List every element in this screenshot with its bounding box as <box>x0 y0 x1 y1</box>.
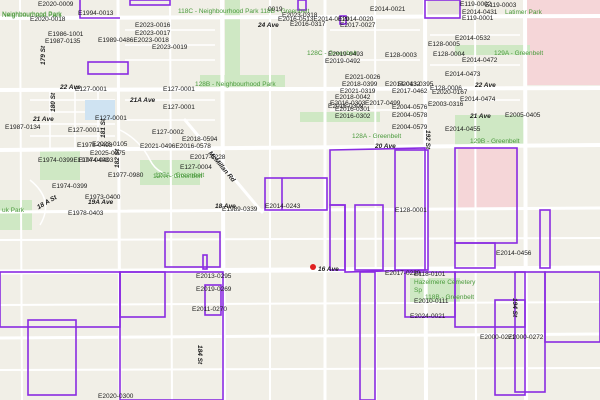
parcel-id-label: E2025-0075 <box>90 150 126 157</box>
parcel-id-label: E127-0002 <box>152 129 184 136</box>
road-label: 20 Ave <box>375 143 396 150</box>
parcel-id-label: E1987-0135 <box>45 38 81 45</box>
parcel-id-label: E2020-0018 <box>30 16 66 23</box>
pink-zone-middle <box>458 148 518 210</box>
parcel-id-label: E2014-0472 <box>462 57 498 64</box>
greenbelt-sw <box>40 150 80 180</box>
parcel-id-label: E119-0003 <box>485 2 517 9</box>
parcel-id-label: E2004-0576 <box>392 104 428 111</box>
location-marker[interactable] <box>310 264 316 270</box>
parcel-id-label: E2011-0270 <box>192 306 227 313</box>
parcel-id-label: E2004-0578 <box>392 112 428 119</box>
parcel-id-label: E2023-0016 <box>135 22 171 29</box>
parcel-id-label: E2003-0316 <box>428 101 464 108</box>
parcel-id-label: E2014-0455 <box>445 126 481 133</box>
green-label: 129A - Greenbelt <box>494 50 544 57</box>
road-label: 179 St <box>40 45 47 65</box>
parcel-id-label: E2019-0493 <box>328 51 364 58</box>
parcel-id-label: E1989-0486E2023-0018 <box>98 37 169 44</box>
parcel-id-label: E127-0001 <box>95 115 127 122</box>
parcel-id-label: E2014-0532 <box>455 35 491 42</box>
road-label: 194 St <box>511 298 518 318</box>
parcel-id-label: E2019-0492 <box>325 58 361 65</box>
parcel-id-label: E128-0004 <box>433 51 465 58</box>
parcel-id-label: E2023-0017 <box>135 30 171 37</box>
parcel-id-label: E2017-0228 <box>190 154 226 161</box>
parcel-id-label: E2018-0399 <box>342 81 378 88</box>
road-label: 21A Ave <box>130 97 156 104</box>
parcel-id-label: E2019-0269 <box>196 286 232 293</box>
parcel-id-label: E2018-0594 <box>182 136 218 143</box>
road-label: 22 Ave <box>475 82 496 89</box>
parcel-id-label: E2021-0496E2016-0578 <box>140 143 211 150</box>
parcel-id-label: E2014-0021 <box>370 6 406 13</box>
parcel-id-label: E2023-0105 <box>92 141 128 148</box>
parcel-id-label: E2016-0309 <box>328 103 364 110</box>
green-label: Latimer Park <box>505 9 542 16</box>
greenbelt-west <box>0 200 32 230</box>
parcel-id-label: E1977-0980 <box>108 172 144 179</box>
parcel-id-label: E2005-0405 <box>505 112 541 119</box>
green-label: Sp <box>414 287 422 294</box>
parcel-id-label: E2014-0456 <box>496 250 532 257</box>
parcel-id-label: E2024-0021 <box>410 313 446 320</box>
parcel-id-label: E2016-0302 <box>335 113 371 120</box>
parcel-id-label: E2000-0272 <box>508 334 544 341</box>
green-label: 127A - Greenbelt <box>155 172 205 179</box>
parcel-id-label: E127-0001 <box>75 86 107 93</box>
road-label: 21 Ave <box>470 113 491 120</box>
parcel-id-label: E2023-0019 <box>152 44 188 51</box>
parcel-id-label: E2014-0243 <box>265 203 301 210</box>
road-label: 192 St <box>424 130 431 150</box>
parcel-id-label: E1987-0134 <box>5 124 41 131</box>
road-label: 24 Ave <box>258 22 279 29</box>
road-label: 16 Ave <box>318 266 339 273</box>
parcel-id-label: E2010-0111 <box>414 298 449 305</box>
parcel-id-label: E1974-0403 <box>78 157 114 164</box>
parcel-id-label: E2020-0167 <box>432 89 468 96</box>
parcel-id-label: E127-0001 <box>68 127 100 134</box>
parcel-id-label: E127-0004 <box>180 164 212 171</box>
parcel-id-label: E2017-0462 <box>392 88 428 95</box>
parcel-id-label: 0019 <box>268 6 283 13</box>
parcel-id-label: E2014-0431 <box>462 9 498 16</box>
parcel-id-label: E119-0001 <box>462 15 494 22</box>
parcel-id-label: E128-0005 <box>428 41 460 48</box>
green-label: 128B - Neighbourhood Park <box>195 81 276 88</box>
green-label: 128A - Greenbelt <box>352 133 402 140</box>
road-label: 180 St <box>50 92 57 112</box>
parcel-id-label: E2016-0317 <box>290 21 326 28</box>
parcel-id-label: E1978-0403 <box>68 210 104 217</box>
parcel-id-label: E1974-0399 <box>52 183 88 190</box>
green-label: 129B - Greenbelt <box>470 138 520 145</box>
parcel-id-label: E1994-0013 <box>78 10 114 17</box>
parcel-id-label: E1986-1001 <box>48 31 84 38</box>
parcel-id-label: E2017-0027 <box>340 22 376 29</box>
parcel-id-label: E1973-0400 <box>85 194 121 201</box>
parcel-id-label: E2004-0579 <box>392 124 428 131</box>
parcel-id-label: E127-0001 <box>163 104 195 111</box>
parcel-id-label: E2013-0395 <box>398 81 434 88</box>
parcel-id-label: E2020-0009 <box>38 1 74 8</box>
parcel-id-label: E2014-0473 <box>445 71 481 78</box>
road-label: 184 St <box>196 345 203 365</box>
parcel-id-label: E2014-0474 <box>460 96 496 103</box>
parcel-id-label: E128-0001 <box>395 207 427 214</box>
parcel-id-label: E2013-0295 <box>196 273 232 280</box>
green-label: Hazelmere Cemetery <box>414 279 476 286</box>
road-label: 21 Ave <box>33 116 54 123</box>
parcel-id-label: E127-0001 <box>163 86 195 93</box>
parcel-id-label: E2021-0026 <box>345 74 381 81</box>
parcel-id-label: E128-0003 <box>385 52 417 59</box>
parcel-id-label: E118-0101 <box>414 271 446 278</box>
green-label: uk Park <box>2 207 25 214</box>
parcel-id-label: E1989-0339 <box>222 206 258 213</box>
zoning-map[interactable]: 22 Ave 22 Ave 21A Ave 21 Ave 21 Ave 20 A… <box>0 0 600 400</box>
parcel-id-label: E2020-0300 <box>98 393 134 400</box>
